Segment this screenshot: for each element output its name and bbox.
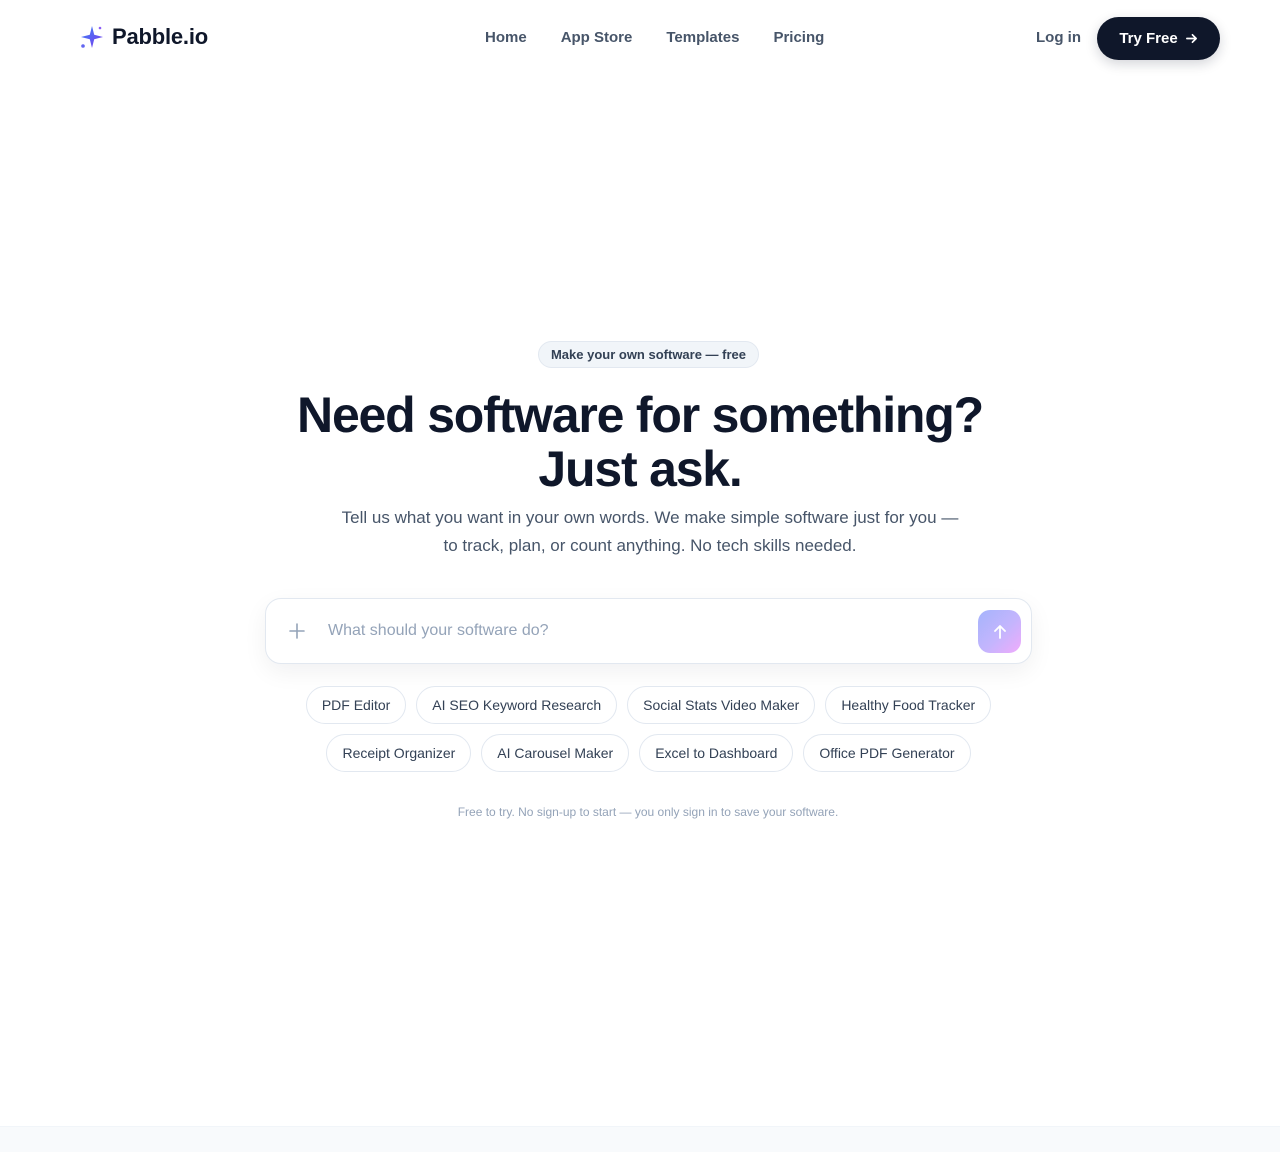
suggestion-chip[interactable]: Office PDF Generator (803, 734, 971, 772)
suggestion-chip[interactable]: Excel to Dashboard (639, 734, 794, 772)
main-nav: Home App Store Templates Pricing (468, 26, 841, 50)
try-free-button[interactable]: Try Free (1097, 17, 1220, 60)
arrow-right-icon (1185, 33, 1197, 44)
hero-headline: Need software for something? Just ask. (0, 388, 1280, 496)
nav-pricing[interactable]: Pricing (756, 26, 841, 50)
headline-line-2: Just ask. (538, 441, 742, 497)
suggestion-chip[interactable]: AI Carousel Maker (481, 734, 630, 772)
nav-app-store[interactable]: App Store (544, 26, 650, 50)
landing-page: Pabble.io Home App Store Templates Prici… (0, 0, 1280, 1152)
arrow-up-icon (993, 624, 1006, 639)
headline-line-1: Need software for something? (297, 387, 984, 443)
suggestion-row-2: Receipt Organizer AI Carousel Maker Exce… (0, 734, 1280, 772)
site-header: Pabble.io Home App Store Templates Prici… (0, 0, 1280, 76)
suggestion-chip[interactable]: AI SEO Keyword Research (416, 686, 618, 724)
brand-logo-link[interactable]: Pabble.io (78, 22, 208, 52)
nav-templates[interactable]: Templates (649, 26, 756, 50)
send-button[interactable] (978, 610, 1021, 653)
suggestion-chip[interactable]: Receipt Organizer (326, 734, 472, 772)
suggestion-chip[interactable]: Social Stats Video Maker (627, 686, 816, 724)
prompt-input[interactable] (328, 617, 968, 645)
suggestion-row-1: PDF Editor AI SEO Keyword Research Socia… (0, 686, 1280, 724)
suggestion-chip[interactable]: Healthy Food Tracker (825, 686, 992, 724)
try-free-label: Try Free (1119, 30, 1178, 47)
next-section-edge (0, 1126, 1280, 1152)
sparkle-logo-icon (81, 26, 103, 48)
login-link[interactable]: Log in (1028, 28, 1089, 48)
plus-icon[interactable] (288, 622, 306, 640)
hero-subtext: Tell us what you want in your own words.… (341, 508, 959, 555)
hero-badge: Make your own software — free (538, 341, 759, 368)
nav-home[interactable]: Home (468, 26, 544, 50)
brand-name: Pabble.io (112, 24, 208, 49)
signup-footnote: Free to try. No sign-up to start — you o… (457, 805, 839, 819)
prompt-box (265, 598, 1032, 664)
suggestion-chip[interactable]: PDF Editor (305, 686, 407, 724)
